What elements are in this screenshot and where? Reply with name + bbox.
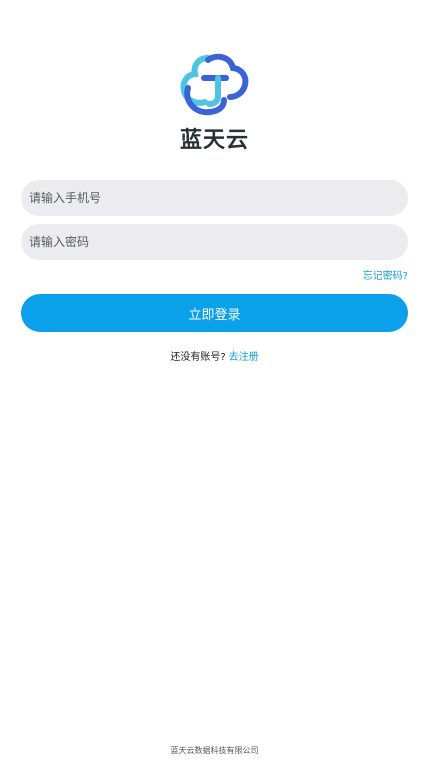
login-screen: 蓝天云 忘记密码? 立即登录 还没有账号?去注册 蓝天云数据科技有限公司	[0, 0, 429, 764]
phone-input[interactable]	[21, 180, 408, 216]
register-prompt-line: 还没有账号? 去注册	[0, 348, 429, 363]
forgot-password-link[interactable]: 忘记密码?	[363, 267, 408, 282]
footer-company: 蓝天云数据科技有限公司	[170, 746, 259, 755]
password-input[interactable]	[21, 224, 408, 260]
brand-name: 蓝天云	[179, 128, 249, 153]
register-prompt-text: 还没有账号?	[170, 352, 226, 363]
cloud-t-logo-icon	[180, 53, 249, 116]
register-link[interactable]: 去注册	[229, 352, 259, 363]
login-button[interactable]: 立即登录	[21, 294, 408, 332]
